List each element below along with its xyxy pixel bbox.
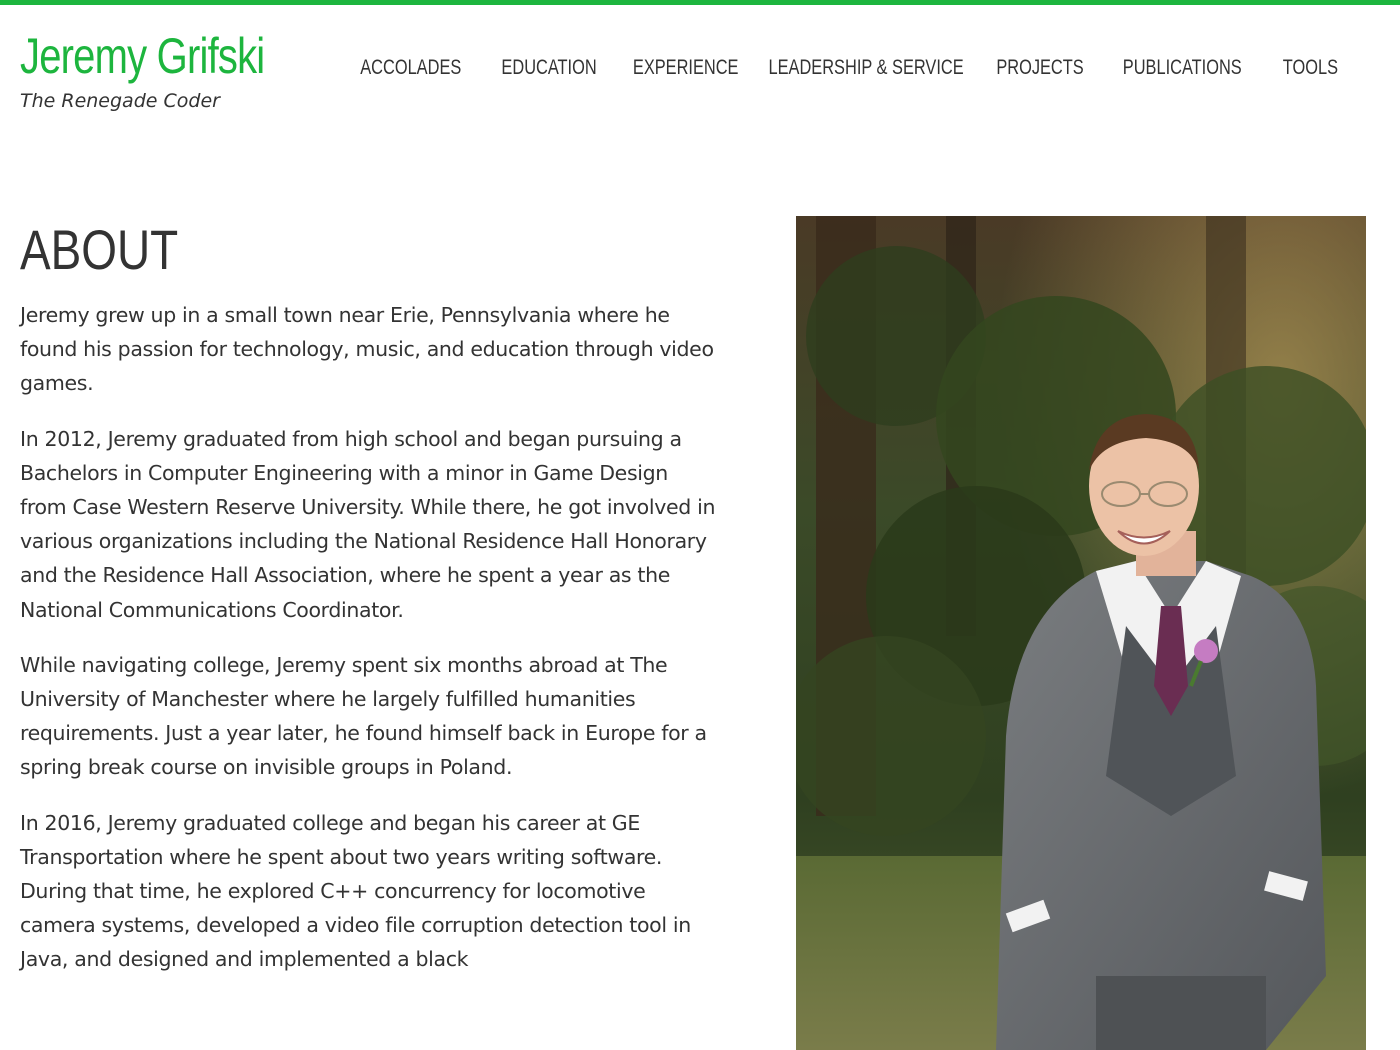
nav-item-projects[interactable]: PROJECTS bbox=[996, 56, 1083, 80]
site-title-link[interactable]: Jeremy Grifski bbox=[20, 28, 265, 84]
main-navigation: ACCOLADES EDUCATION EXPERIENCE LEADERSHI… bbox=[341, 56, 1359, 80]
about-paragraph: In 2012, Jeremy graduated from high scho… bbox=[20, 426, 716, 622]
nav-slot-experience: EXPERIENCE bbox=[617, 56, 755, 80]
nav-slot-education: EDUCATION bbox=[481, 56, 617, 80]
about-paragraph: In 2016, Jeremy graduated college and be… bbox=[20, 810, 691, 972]
nav-slot-accolades: ACCOLADES bbox=[341, 56, 481, 80]
nav-slot-leadership: LEADERSHIP & SERVICE bbox=[755, 56, 977, 80]
about-heading: ABOUT bbox=[20, 218, 179, 281]
nav-slot-tools: TOOLS bbox=[1261, 56, 1359, 80]
site-tagline: The Renegade Coder bbox=[20, 90, 220, 112]
nav-item-accolades[interactable]: ACCOLADES bbox=[360, 56, 461, 80]
site-branding: Jeremy Grifski The Renegade Coder bbox=[20, 28, 325, 112]
nav-slot-projects: PROJECTS bbox=[977, 56, 1103, 80]
nav-item-leadership-service[interactable]: LEADERSHIP & SERVICE bbox=[768, 56, 963, 80]
portrait-photo bbox=[796, 216, 1366, 1050]
top-accent-bar bbox=[0, 0, 1400, 5]
nav-item-tools[interactable]: TOOLS bbox=[1282, 56, 1337, 80]
nav-slot-publications: PUBLICATIONS bbox=[1103, 56, 1261, 80]
about-body: Jeremy grew up in a small town near Erie… bbox=[20, 298, 720, 998]
about-paragraph: Jeremy grew up in a small town near Erie… bbox=[20, 303, 714, 396]
about-paragraph: While navigating college, Jeremy spent s… bbox=[20, 652, 707, 780]
portrait-illustration bbox=[796, 216, 1366, 1050]
nav-item-education[interactable]: EDUCATION bbox=[501, 56, 596, 80]
nav-item-publications[interactable]: PUBLICATIONS bbox=[1123, 56, 1242, 80]
nav-item-experience[interactable]: EXPERIENCE bbox=[633, 56, 739, 80]
